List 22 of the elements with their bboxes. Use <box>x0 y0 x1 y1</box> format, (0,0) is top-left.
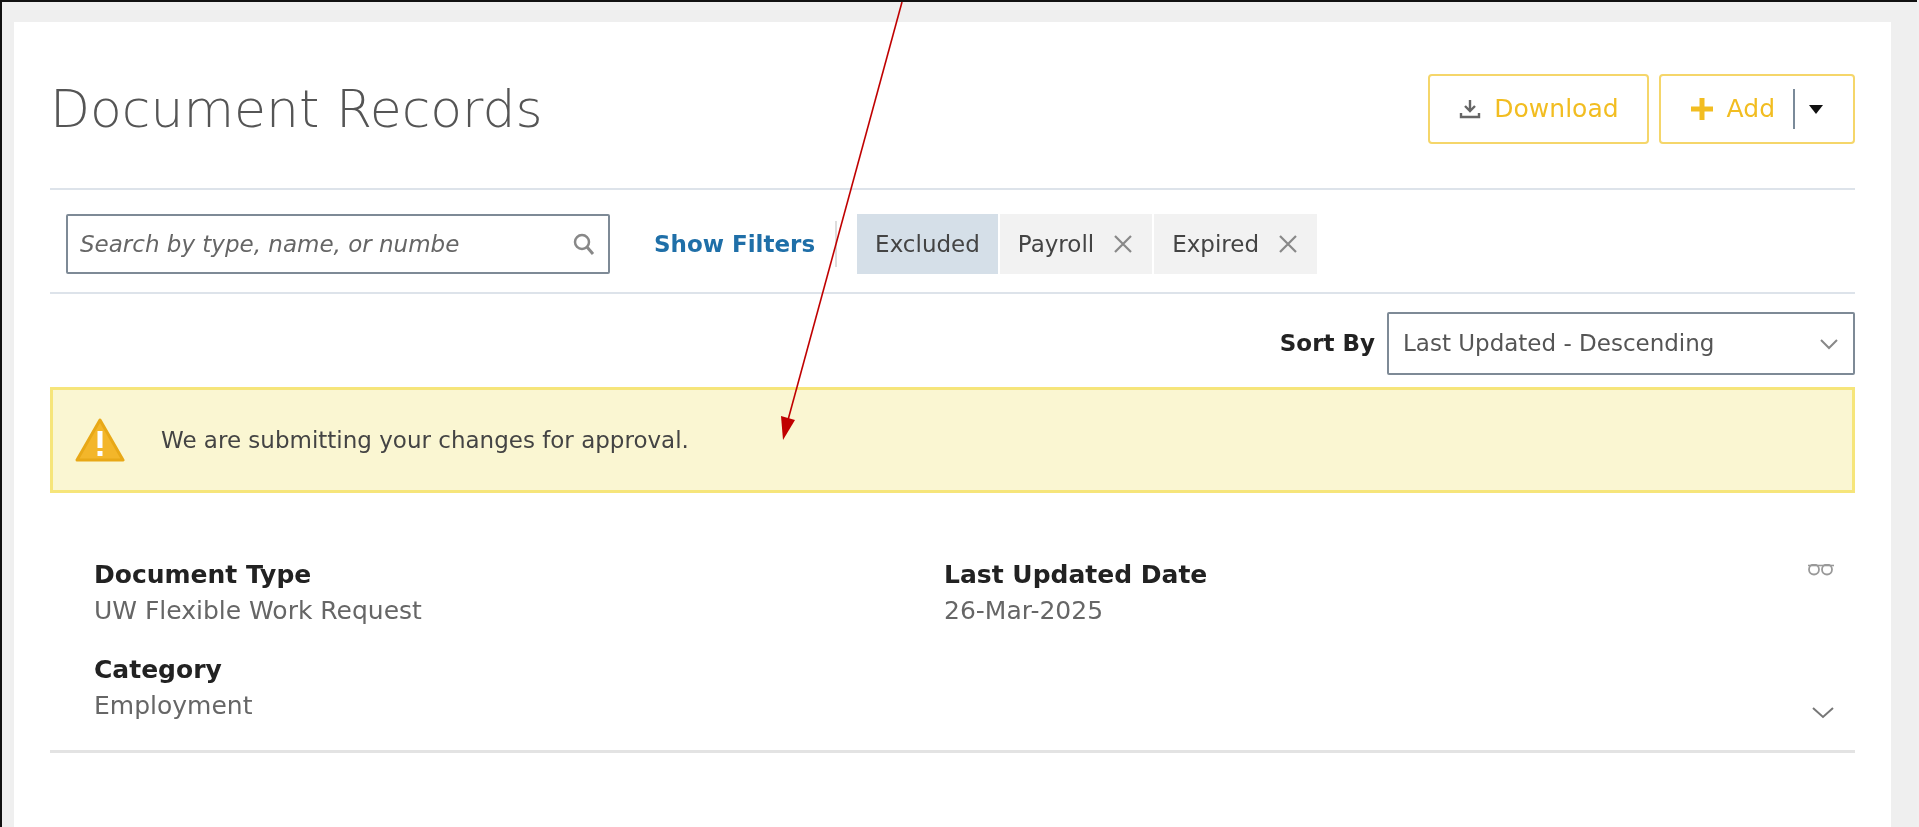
field-value: UW Flexible Work Request <box>94 595 423 628</box>
search-icon <box>572 232 596 256</box>
show-filters-link[interactable]: Show Filters <box>654 226 816 262</box>
filter-chip[interactable]: Expired <box>1154 214 1317 274</box>
warning-icon <box>75 417 125 463</box>
field-value: 26-Mar-2025 <box>944 595 1105 628</box>
field-label: Category <box>94 653 223 686</box>
field-label: Last Updated Date <box>944 559 1209 591</box>
field-value: Employment <box>94 689 254 722</box>
sort-label: Sort By <box>1279 329 1375 359</box>
filter-chip[interactable]: Excluded <box>857 214 998 274</box>
sort-select[interactable]: Last Updated - Descending <box>1387 312 1855 375</box>
chevron-down-icon <box>1819 336 1839 351</box>
filter-chip[interactable]: Payroll <box>999 214 1153 274</box>
page-title: Document Records <box>50 77 543 141</box>
plus-icon <box>1688 96 1715 122</box>
chevron-down-icon <box>1811 705 1835 720</box>
field-label: Document Type <box>94 559 313 591</box>
glasses-icon <box>1807 563 1835 576</box>
search-field[interactable]: Search by type, name, or numbe <box>66 214 610 274</box>
alert-message: We are submitting your changes for approval. <box>161 425 689 455</box>
download-icon <box>1458 97 1483 121</box>
